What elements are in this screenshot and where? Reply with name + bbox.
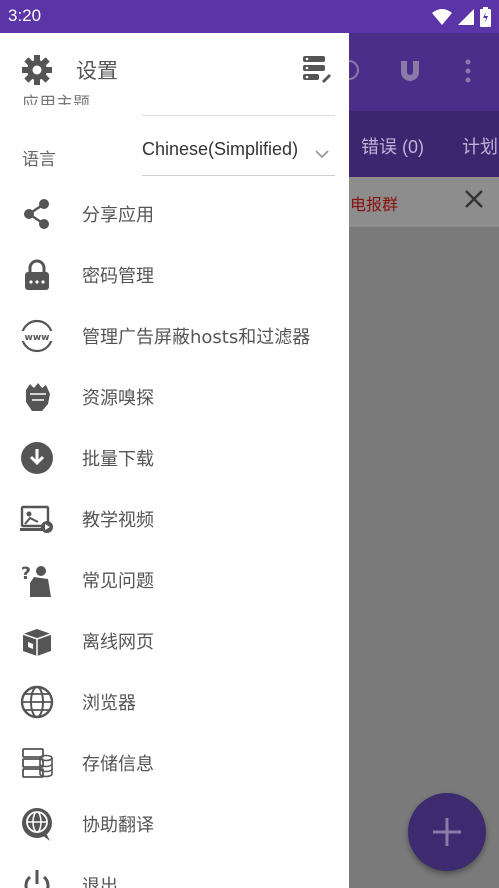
status-bar: 3:20: [0, 0, 499, 33]
app-theme-item[interactable]: 应用主题: [22, 87, 90, 105]
svg-text:www: www: [25, 333, 50, 343]
www-icon: www: [20, 319, 54, 353]
menu-item-label: 资源嗅探: [82, 388, 154, 409]
menu-item-browser[interactable]: 浏览器: [0, 671, 349, 732]
menu-item-label: 密码管理: [82, 266, 154, 287]
faq-icon: ?: [20, 563, 54, 597]
globe-icon: [20, 685, 54, 719]
add-button[interactable]: [408, 793, 486, 871]
menu-item-share[interactable]: 分享应用: [0, 183, 349, 244]
menu-item-offline-pages[interactable]: 离线网页: [0, 610, 349, 671]
power-icon: [20, 868, 54, 888]
menu-item-label: 管理广告屏蔽hosts和过滤器: [82, 327, 311, 348]
menu-item-label: 浏览器: [82, 693, 136, 714]
menu-item-label: 协助翻译: [82, 815, 154, 836]
menu-item-help-translate[interactable]: 协助翻译: [0, 793, 349, 854]
magnet-icon[interactable]: [398, 59, 422, 87]
menu-item-label: 教学视频: [82, 510, 154, 531]
menu-item-batch-download[interactable]: 批量下载: [0, 427, 349, 488]
server-settings-icon[interactable]: [302, 55, 332, 87]
drawer-title: 设置: [76, 59, 118, 83]
svg-text:?: ?: [21, 564, 31, 584]
video-tutorial-icon: [20, 502, 54, 536]
language-setting: 语言 Chinese(Simplified): [0, 115, 349, 176]
gear-icon: [22, 55, 52, 89]
wifi-icon: [432, 8, 452, 30]
menu-item-label: 常见问题: [82, 571, 154, 592]
banner-text[interactable]: 电报群: [350, 191, 398, 215]
menu-item-tutorial-video[interactable]: 教学视频: [0, 488, 349, 549]
menu-item-adblock-hosts[interactable]: www 管理广告屏蔽hosts和过滤器: [0, 305, 349, 366]
download-icon: [20, 441, 54, 475]
language-select[interactable]: Chinese(Simplified): [142, 139, 335, 176]
menu-item-label: 退出: [82, 876, 118, 888]
menu-item-label: 分享应用: [82, 205, 154, 226]
language-value: Chinese(Simplified): [142, 139, 299, 159]
menu-item-faq[interactable]: ? 常见问题: [0, 549, 349, 610]
menu-item-label: 存储信息: [82, 754, 154, 775]
chevron-down-icon: [315, 145, 329, 164]
language-label: 语言: [22, 150, 56, 170]
translate-icon: [20, 807, 54, 841]
tab-schedule[interactable]: 计划: [462, 133, 498, 159]
battery-icon: [480, 7, 491, 31]
share-icon: [20, 197, 54, 231]
menu-item-exit[interactable]: 退出: [0, 854, 349, 888]
menu-item-storage-info[interactable]: 存储信息: [0, 732, 349, 793]
storage-icon: [20, 746, 54, 780]
tab-errors[interactable]: 错误 (0): [361, 133, 424, 159]
settings-drawer: 设置 应用主题 语言 Chinese(Simplified) 分享应用 密码管理…: [0, 33, 349, 888]
menu-item-resource-sniffer[interactable]: 资源嗅探: [0, 366, 349, 427]
menu-item-label: 批量下载: [82, 449, 154, 470]
fist-icon: [20, 380, 54, 414]
lock-icon: [20, 258, 54, 292]
offline-box-icon: [20, 624, 54, 658]
status-time: 3:20: [8, 6, 42, 25]
menu-item-label: 离线网页: [82, 632, 154, 653]
menu-item-password[interactable]: 密码管理: [0, 244, 349, 305]
more-options-icon[interactable]: [464, 59, 472, 87]
signal-icon: [458, 8, 474, 30]
close-icon[interactable]: [462, 187, 486, 211]
